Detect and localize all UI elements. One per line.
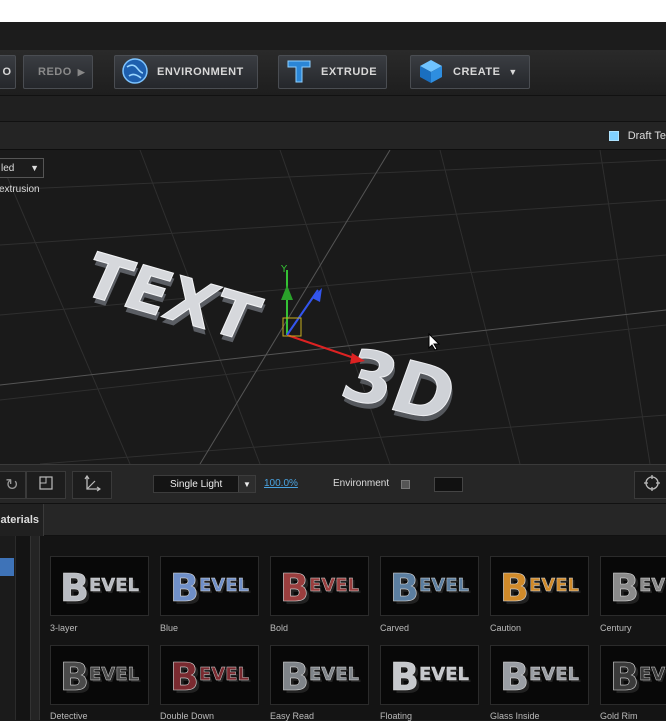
category-item-selected[interactable] [0,558,14,576]
draft-checkbox[interactable] [608,131,619,141]
chevron-down-icon: ▼ [508,67,518,77]
chevron-down-icon: ▼ [238,476,255,492]
svg-text:EVEL: EVEL [529,575,579,596]
environment-color-swatch[interactable] [434,477,463,492]
material-label: Caution [490,623,522,633]
svg-text:B: B [60,566,89,610]
mouse-cursor-icon [428,332,441,356]
draft-toggle[interactable]: Draft Te [608,130,666,142]
material-thumbnail[interactable]: BBEVELEVEL [380,556,479,616]
svg-text:EVEL: EVEL [199,575,249,596]
frame-view-button[interactable] [26,471,66,499]
material-thumbnail[interactable]: BBEVELEVEL [50,556,149,616]
material-thumbnail[interactable]: BBEVELEVEL [50,645,149,705]
light-value: Single Light [170,478,223,490]
material-thumbnail[interactable]: BBEVELEVEL [160,645,259,705]
redo-button[interactable]: REDO ▶ [23,55,93,89]
svg-text:B: B [610,566,639,610]
rotate-view-button[interactable]: ↻ [0,471,26,499]
material-thumbnail[interactable]: BBEVELEVEL [600,645,666,705]
svg-text:B: B [170,566,199,610]
material-label: Blue [160,623,179,633]
chevron-down-icon: ▼ [30,163,39,173]
material-thumbnail[interactable]: BBEVELEVEL [600,556,666,616]
svg-text:EVEL: EVEL [419,664,469,685]
undo-label: O [2,66,12,78]
extrude-label: EXTRUDE [321,66,378,78]
svg-text:B: B [60,655,89,699]
secondary-bar [0,96,666,122]
viewport-bottom-bar: ↻ Single Light ▼ 100.0% Environment [0,464,666,504]
svg-text:EVEL: EVEL [419,575,469,596]
target-button[interactable] [634,471,666,499]
redo-label: REDO [38,66,72,78]
material-category-list[interactable] [0,536,16,720]
environment-label: ENVIRONMENT [157,66,244,78]
menu-band [0,22,666,50]
redo-arrow-icon: ▶ [77,66,86,77]
svg-text:EVEL: EVEL [639,575,666,596]
environment-checkbox[interactable] [401,480,410,489]
materials-panel-header: aterials [0,504,666,536]
svg-text:B: B [390,655,419,699]
materials-panel: B B EVEL EVEL 3-layer B B EVEL EVEL Blue B B EVEL EVE… [0,536,666,721]
viewport-header: Draft Te [0,122,666,150]
materials-tab[interactable]: aterials [0,504,44,536]
globe-icon [121,57,149,88]
material-thumbnail[interactable]: BBEVELEVEL [490,556,589,616]
svg-text:EVEL: EVEL [639,664,666,685]
svg-text:B: B [280,566,309,610]
material-thumbnail[interactable]: BBEVELEVEL [490,645,589,705]
material-label: 3-layer [50,623,78,633]
svg-text:B: B [500,566,529,610]
svg-text:B: B [390,566,419,610]
render-mode-select[interactable]: led ▼ [0,158,44,178]
rotate-icon: ↻ [5,477,19,494]
crosshair-icon [643,474,661,497]
frame-icon [39,475,53,495]
material-thumbnail[interactable]: BBEVELEVEL [380,645,479,705]
svg-text:EVEL: EVEL [89,575,139,596]
material-label: Carved [380,623,410,633]
axis-view-button[interactable] [72,471,112,499]
3d-viewport[interactable]: TEXT TEXT 3D 3D Y led ▼ extrusion [0,150,666,464]
light-select[interactable]: Single Light ▼ [153,475,256,493]
svg-text:EVEL: EVEL [199,664,249,685]
svg-text:EVEL: EVEL [529,664,579,685]
svg-text:B: B [610,655,639,699]
svg-text:EVEL: EVEL [89,664,139,685]
main-toolbar: O REDO ▶ ENVIRONMENT EXTRUDE CREATE ▼ [0,50,666,96]
svg-text:B: B [500,655,529,699]
extrude-button[interactable]: EXTRUDE [278,55,387,89]
environment-button[interactable]: ENVIRONMENT [114,55,258,89]
svg-text:Y: Y [280,264,288,275]
create-button[interactable]: CREATE ▼ [410,55,530,89]
cube-icon [417,57,445,88]
svg-text:EVEL: EVEL [309,575,359,596]
svg-text:B: B [170,655,199,699]
material-thumbnail[interactable]: BBEVELEVEL [160,556,259,616]
material-thumbnail[interactable]: BBEVELEVEL [270,645,369,705]
title-strip [0,0,666,22]
material-label: Century [600,623,632,633]
material-thumbnail[interactable]: BBEVELEVEL [270,556,369,616]
svg-text:EVEL: EVEL [309,664,359,685]
undo-button[interactable]: O [0,55,16,89]
environment-toggle-label: Environment [333,478,390,489]
extrusion-label: extrusion [0,184,40,195]
create-label: CREATE [453,66,501,78]
panel-splitter[interactable] [30,536,40,720]
render-mode-value: led [1,162,15,174]
axis-icon [83,474,102,497]
draft-label: Draft Te [627,130,666,142]
zoom-link[interactable]: 100.0% [264,478,298,489]
viewport-grid: TEXT TEXT 3D 3D Y [0,150,666,464]
extrude-t-icon [285,57,313,88]
svg-text:B: B [280,655,309,699]
material-label: Bold [270,623,289,633]
